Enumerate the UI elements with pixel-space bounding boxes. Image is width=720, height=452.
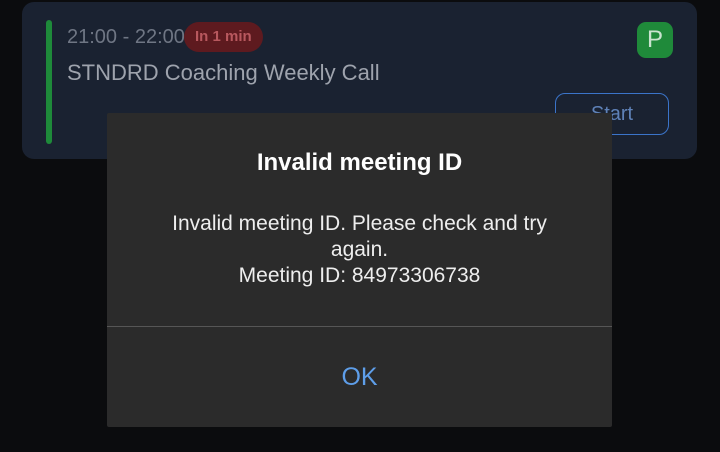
dialog-message: Invalid meeting ID. Please check and try… [137, 211, 582, 289]
host-avatar: P [637, 22, 673, 58]
meeting-title: STNDRD Coaching Weekly Call [67, 60, 380, 85]
dialog-message-line: again. [330, 238, 389, 261]
starts-in-badge: In 1 min [184, 22, 263, 52]
dialog-title: Invalid meeting ID [256, 149, 463, 176]
dialog-message-line: Invalid meeting ID. Please check and try [172, 212, 547, 235]
error-dialog: Invalid meeting ID Invalid meeting ID. P… [107, 113, 612, 427]
status-accent-bar [46, 20, 52, 144]
meeting-time: 21:00 - 22:00 [67, 26, 185, 48]
ok-button[interactable]: OK [107, 327, 612, 427]
meeting-id-text: Meeting ID: 84973306738 [238, 264, 481, 287]
